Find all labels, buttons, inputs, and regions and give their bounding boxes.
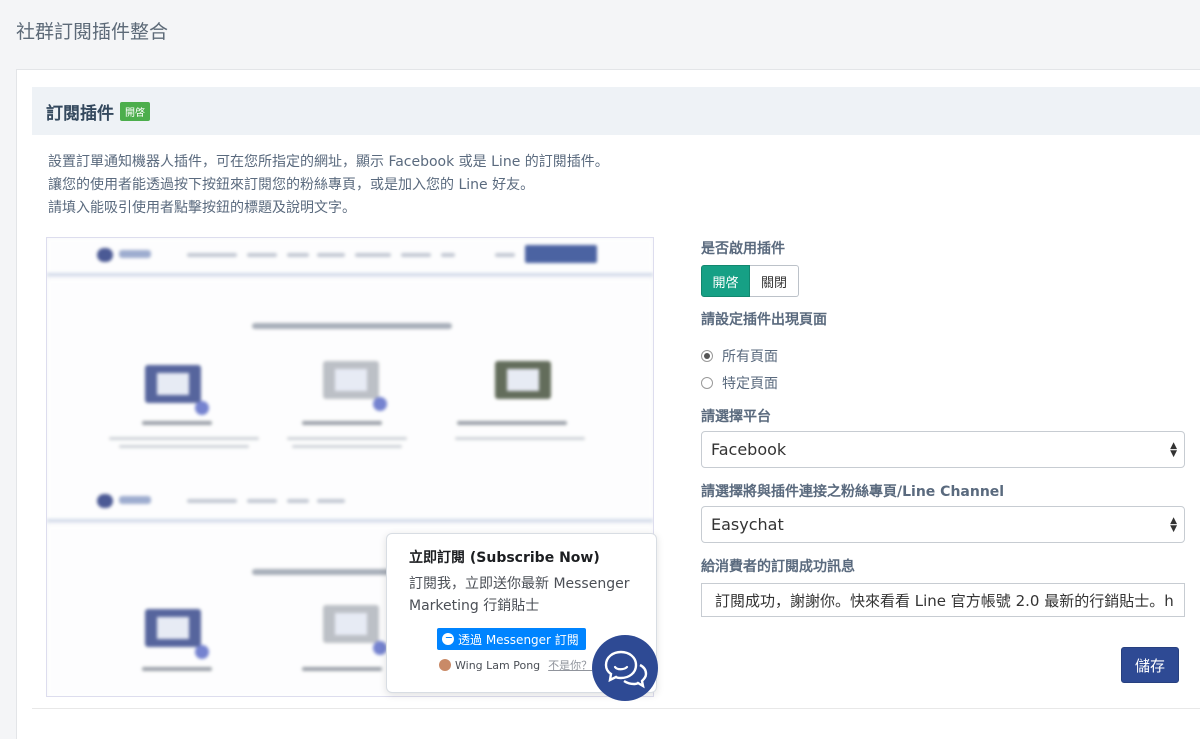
success-message-label: 給消費者的訂閱成功訊息 xyxy=(701,559,855,575)
mock-navbar-repeat xyxy=(47,484,653,522)
page-title: 社群訂閱插件整合 xyxy=(16,21,169,43)
mock-logo-icon xyxy=(97,248,113,262)
chat-bubble-icon xyxy=(592,635,658,701)
subscribe-plugin-card: 訂閱插件 開啓 設置訂單通知機器人插件，可在您所指定的網址，顯示 Faceboo… xyxy=(32,87,1200,709)
radio-specific-pages[interactable]: 特定頁面 xyxy=(701,373,778,393)
outer-card: 訂閱插件 開啓 設置訂單通知機器人插件，可在您所指定的網址，顯示 Faceboo… xyxy=(16,69,1200,739)
toggle-off-button[interactable]: 關閉 xyxy=(750,265,799,297)
user-name: Wing Lam Pong xyxy=(455,658,541,672)
success-message-input[interactable]: 訂閱成功，謝謝你。快來看看 Line 官方帳號 2.0 最新的行銷貼士。h xyxy=(701,583,1185,617)
mock-illustration-icon xyxy=(139,357,209,415)
description-line-2: 讓您的使用者能透過按下按鈕來訂閱您的粉絲專頁，或是加入您的 Line 好友。 xyxy=(48,177,535,193)
not-you-link[interactable]: 不是你？ xyxy=(548,657,592,673)
messenger-subscribe-button[interactable]: 透過 Messenger 訂閱 xyxy=(437,628,586,650)
mock-illustration-icon xyxy=(317,597,387,655)
status-badge: 開啓 xyxy=(120,101,150,121)
platform-label: 請選擇平台 xyxy=(701,409,771,425)
select-arrows-icon: ▲ ▼ xyxy=(1170,516,1177,534)
enable-plugin-label: 是否啟用插件 xyxy=(701,241,785,257)
description-line-3: 請填入能吸引使用者點擊按鈕的標題及說明文字。 xyxy=(48,200,356,216)
fanpage-select[interactable]: Easychat ▲ ▼ xyxy=(701,506,1185,543)
mock-illustration-icon xyxy=(317,353,387,411)
toggle-on-button[interactable]: 開啓 xyxy=(701,265,750,297)
mock-navbar xyxy=(47,238,653,276)
popup-body: 訂閱我，立即送你最新 Messenger Marketing 行銷貼士 xyxy=(409,576,630,614)
card-header: 訂閱插件 開啓 xyxy=(32,87,1200,135)
radio-all-pages[interactable]: 所有頁面 xyxy=(701,346,778,366)
fanpage-label: 請選擇將與插件連接之粉絲專頁/Line Channel xyxy=(701,484,1005,500)
radio-specific-pages-label: 特定頁面 xyxy=(722,376,778,392)
messenger-user-line: Wing Lam Pong 不是你？ xyxy=(439,657,592,673)
radio-checked-icon[interactable] xyxy=(701,350,713,362)
platform-select[interactable]: Facebook ▲ ▼ xyxy=(701,431,1185,468)
messenger-icon xyxy=(442,633,454,645)
radio-unchecked-icon[interactable] xyxy=(701,377,713,389)
platform-select-value: Facebook xyxy=(711,440,787,459)
popup-title: 立即訂閱 (Subscribe Now) xyxy=(409,550,600,566)
enable-toggle-group: 開啓 關閉 xyxy=(701,265,799,297)
fanpage-select-value: Easychat xyxy=(711,515,784,534)
radio-all-pages-label: 所有頁面 xyxy=(722,349,778,365)
save-button[interactable]: 儲存 xyxy=(1121,647,1179,683)
messenger-button-label: 透過 Messenger 訂閱 xyxy=(458,632,579,647)
mock-illustration-icon xyxy=(489,353,559,411)
mock-illustration-icon xyxy=(139,601,209,659)
select-arrows-icon: ▲ ▼ xyxy=(1170,441,1177,459)
avatar xyxy=(439,659,451,671)
card-description: 設置訂單通知機器人插件，可在您所指定的網址，顯示 Facebook 或是 Lin… xyxy=(48,151,609,220)
card-title: 訂閱插件 xyxy=(46,103,114,124)
description-line-1: 設置訂單通知機器人插件，可在您所指定的網址，顯示 Facebook 或是 Lin… xyxy=(48,154,609,170)
display-pages-label: 請設定插件出現頁面 xyxy=(701,312,827,328)
